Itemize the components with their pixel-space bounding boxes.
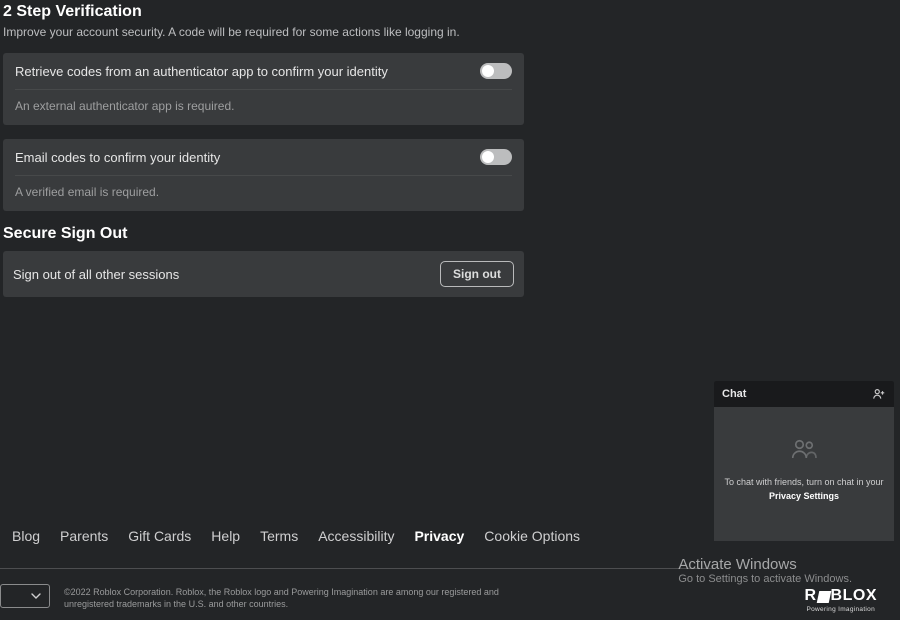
email-codes-label: Email codes to confirm your identity	[15, 150, 220, 165]
signout-card: Sign out of all other sessions Sign out	[3, 251, 524, 297]
roblox-logo: RBLOX Powering Imagination	[804, 587, 877, 613]
windows-watermark: Activate Windows Go to Settings to activ…	[678, 556, 852, 585]
authenticator-label: Retrieve codes from an authenticator app…	[15, 64, 388, 79]
language-select[interactable]	[0, 584, 50, 608]
add-friend-icon[interactable]	[872, 387, 886, 401]
email-codes-desc: A verified email is required.	[15, 185, 512, 199]
footer-link-help[interactable]: Help	[211, 528, 240, 544]
email-codes-card: Email codes to confirm your identity A v…	[3, 139, 524, 211]
footer-divider	[0, 568, 715, 569]
tilted-square-icon	[816, 591, 831, 603]
footer-link-terms[interactable]: Terms	[260, 528, 298, 544]
friends-icon	[789, 437, 819, 466]
divider	[15, 175, 512, 176]
divider	[15, 89, 512, 90]
authenticator-card: Retrieve codes from an authenticator app…	[3, 53, 524, 125]
chat-panel: Chat To chat with friends, turn on chat …	[714, 381, 894, 541]
footer-link-privacy[interactable]: Privacy	[414, 528, 464, 544]
authenticator-desc: An external authenticator app is require…	[15, 99, 512, 113]
privacy-settings-link[interactable]: Privacy Settings	[769, 491, 839, 501]
chat-title: Chat	[722, 388, 746, 400]
footer-link-gift-cards[interactable]: Gift Cards	[128, 528, 191, 544]
authenticator-toggle[interactable]	[480, 63, 512, 79]
chevron-down-icon	[31, 593, 41, 599]
legal-text: ©2022 Roblox Corporation. Roblox, the Ro…	[64, 586, 504, 610]
footer-link-parents[interactable]: Parents	[60, 528, 108, 544]
footer-link-accessibility[interactable]: Accessibility	[318, 528, 394, 544]
signout-label: Sign out of all other sessions	[13, 267, 179, 282]
chat-empty-message: To chat with friends, turn on chat in yo…	[724, 476, 884, 502]
footer-link-cookie-options[interactable]: Cookie Options	[484, 528, 580, 544]
chat-header[interactable]: Chat	[714, 381, 894, 407]
two-step-subtitle: Improve your account security. A code wi…	[3, 25, 524, 39]
sign-out-button[interactable]: Sign out	[440, 261, 514, 287]
secure-signout-title: Secure Sign Out	[3, 225, 524, 243]
footer-links: Blog Parents Gift Cards Help Terms Accessibil…	[12, 528, 580, 544]
email-codes-toggle[interactable]	[480, 149, 512, 165]
two-step-title: 2 Step Verification	[3, 3, 524, 21]
footer-link-blog[interactable]: Blog	[12, 528, 40, 544]
